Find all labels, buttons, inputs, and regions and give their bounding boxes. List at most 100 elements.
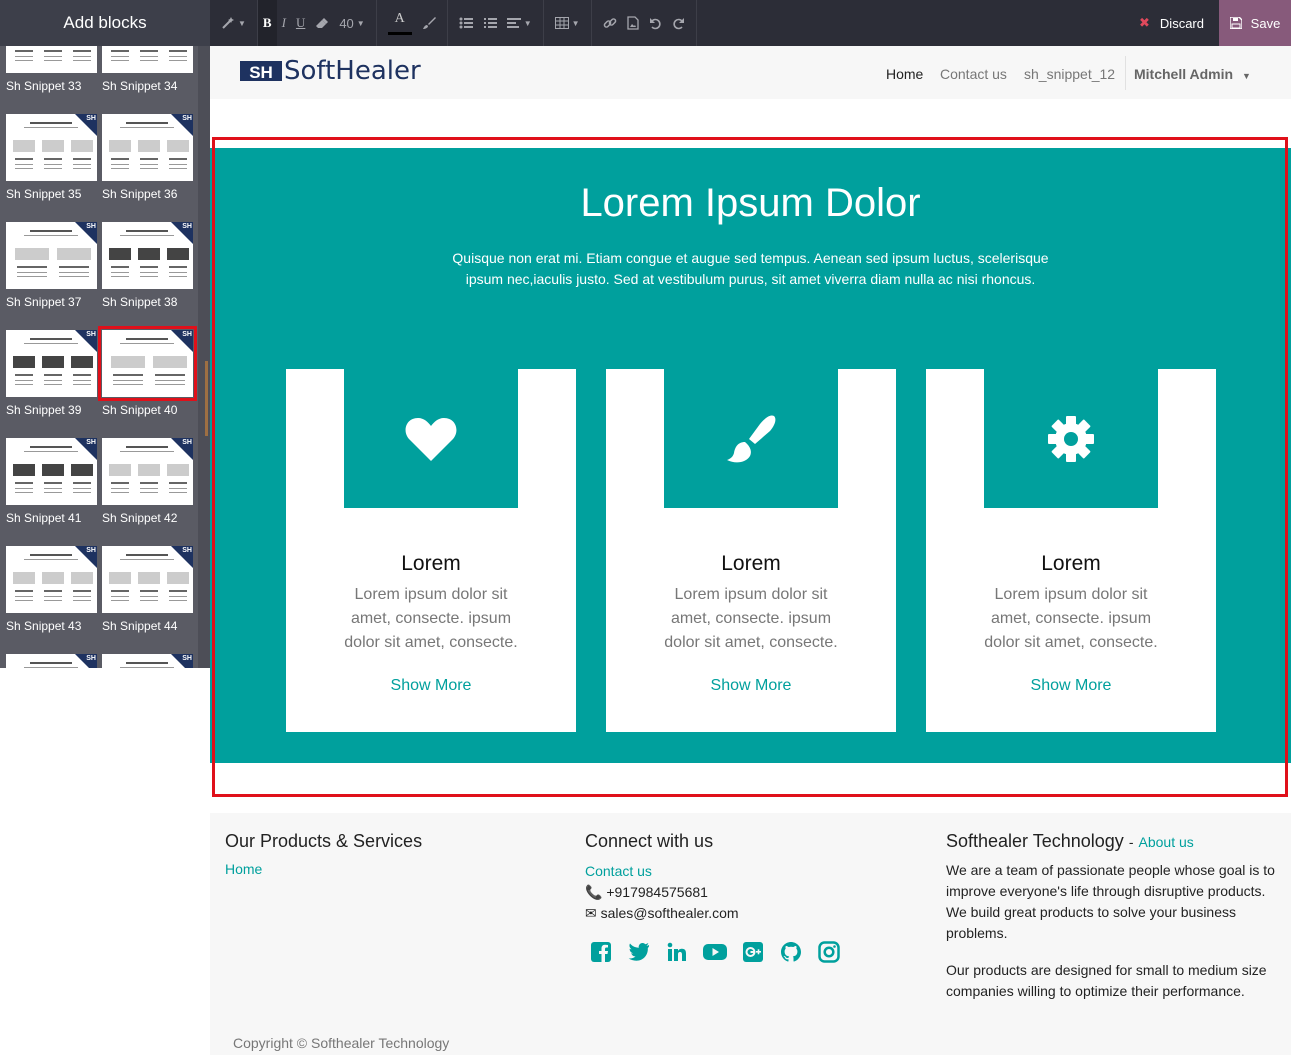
background-color-button[interactable] bbox=[417, 0, 441, 46]
link-button[interactable] bbox=[598, 0, 622, 46]
card-icon-box bbox=[984, 369, 1158, 508]
snippet-thumbnail: SH bbox=[6, 222, 97, 289]
ordered-list-button[interactable] bbox=[478, 0, 502, 46]
snippet-label: Sh Snippet 44 bbox=[102, 619, 178, 633]
snippet-badge: SH bbox=[182, 223, 192, 230]
feature-card[interactable]: Lorem Lorem ipsum dolor sit amet, consec… bbox=[926, 369, 1216, 732]
snippet-badge: SH bbox=[86, 547, 96, 554]
italic-button[interactable]: I bbox=[277, 0, 291, 46]
snippet-badge: SH bbox=[182, 439, 192, 446]
snippet-thumbnail: SH bbox=[102, 546, 193, 613]
color-group: A bbox=[377, 0, 448, 46]
snippet-badge: SH bbox=[86, 115, 96, 122]
footer-connect-title: Connect with us bbox=[585, 831, 714, 851]
logo-text: SoftHealer bbox=[284, 56, 421, 86]
snippet-label: Sh Snippet 41 bbox=[6, 511, 82, 525]
footer-email[interactable]: ✉ sales@softhealer.com bbox=[585, 903, 739, 924]
snippet-block[interactable]: SH bbox=[6, 654, 97, 668]
svg-text:SH: SH bbox=[249, 63, 273, 82]
footer-phone: 📞 +917984575681 bbox=[585, 882, 739, 903]
snippet-block[interactable]: SH Sh Snippet 33 bbox=[6, 46, 97, 93]
redo-button[interactable] bbox=[667, 0, 690, 46]
font-size-dropdown[interactable]: 40 ▼ bbox=[334, 0, 369, 46]
youtube-icon[interactable] bbox=[703, 940, 727, 964]
feature-card[interactable]: Lorem Lorem ipsum dolor sit amet, consec… bbox=[606, 369, 896, 732]
media-button[interactable] bbox=[622, 0, 644, 46]
snippet-block[interactable]: SH Sh Snippet 41 bbox=[6, 438, 97, 525]
discard-button[interactable]: ✖ Discard bbox=[1125, 0, 1218, 46]
phone-number: +917984575681 bbox=[606, 884, 708, 900]
snippet-block[interactable]: SH Sh Snippet 35 bbox=[6, 114, 97, 201]
snippet-label: Sh Snippet 42 bbox=[102, 511, 178, 525]
linkedin-icon[interactable] bbox=[665, 940, 689, 964]
sidebar-scrollbar[interactable] bbox=[198, 46, 210, 668]
snippet-block[interactable]: SH bbox=[102, 654, 193, 668]
section-subtitle: Quisque non erat mi. Etiam congue et aug… bbox=[452, 250, 1049, 287]
snippet-block[interactable]: SH Sh Snippet 44 bbox=[102, 546, 193, 633]
underline-button[interactable]: U bbox=[291, 0, 310, 46]
snippet-block[interactable]: SH Sh Snippet 38 bbox=[102, 222, 193, 309]
eraser-icon bbox=[316, 18, 329, 28]
magic-wand-button[interactable]: ▼ bbox=[216, 0, 251, 46]
copyright-text: Copyright © Softhealer Technology bbox=[233, 1035, 450, 1051]
user-menu[interactable]: Mitchell Admin ▼ bbox=[1134, 66, 1251, 82]
color-underline bbox=[387, 31, 412, 35]
section-title: Lorem Ipsum Dolor bbox=[580, 181, 921, 225]
footer-contact-block: Contact us 📞 +917984575681 ✉ sales@softh… bbox=[585, 861, 739, 924]
google-plus-icon[interactable] bbox=[741, 940, 765, 964]
table-dropdown[interactable]: ▼ bbox=[550, 0, 585, 46]
about-us-link[interactable]: About us bbox=[1139, 834, 1194, 850]
align-dropdown[interactable]: ▼ bbox=[502, 0, 537, 46]
snippet-block[interactable]: SH Sh Snippet 39 bbox=[6, 330, 97, 417]
facebook-icon[interactable] bbox=[589, 940, 613, 964]
discard-label: Discard bbox=[1159, 15, 1204, 31]
undo-button[interactable] bbox=[644, 0, 667, 46]
card-text: Lorem ipsum dolor sit amet, consecte. ip… bbox=[664, 586, 838, 651]
footer-home-link[interactable]: Home bbox=[225, 861, 262, 877]
sidebar-scroll-thumb[interactable] bbox=[205, 361, 208, 436]
nav-contact[interactable]: Contact us bbox=[940, 66, 1007, 82]
snippet-thumbnail: SH bbox=[6, 46, 97, 73]
nav-snippet[interactable]: sh_snippet_12 bbox=[1024, 66, 1115, 82]
card-text: Lorem ipsum dolor sit amet, consecte. ip… bbox=[344, 586, 518, 651]
twitter-icon[interactable] bbox=[627, 940, 651, 964]
feature-card[interactable]: Lorem Lorem ipsum dolor sit amet, consec… bbox=[286, 369, 576, 732]
snippet-label: Sh Snippet 38 bbox=[102, 295, 178, 309]
footer-contact-link[interactable]: Contact us bbox=[585, 861, 739, 882]
bold-button[interactable]: B bbox=[257, 0, 277, 46]
snippet-label: Sh Snippet 35 bbox=[6, 187, 82, 201]
site-logo[interactable]: SH SoftHealer bbox=[240, 56, 421, 86]
features-section[interactable]: Lorem Ipsum Dolor Quisque non erat mi. E… bbox=[210, 148, 1291, 763]
save-button[interactable]: Save bbox=[1219, 0, 1291, 46]
snippet-block[interactable]: SH Sh Snippet 36 bbox=[102, 114, 193, 201]
snippet-block[interactable]: SH Sh Snippet 42 bbox=[102, 438, 193, 525]
snippet-block[interactable]: SH Sh Snippet 37 bbox=[6, 222, 97, 309]
floppy-icon bbox=[1229, 17, 1242, 29]
table-group: ▼ bbox=[544, 0, 592, 46]
nav-home[interactable]: Home bbox=[886, 66, 923, 82]
site-navbar: SH SoftHealer Home Contact us sh_snippet… bbox=[210, 46, 1291, 99]
snippet-thumbnail: SH bbox=[6, 654, 97, 668]
softhealer-logo-mark: SH bbox=[240, 61, 282, 82]
snippet-thumbnail: SH bbox=[6, 546, 97, 613]
snippet-block[interactable]: SH Sh Snippet 43 bbox=[6, 546, 97, 633]
nav-divider bbox=[1125, 56, 1126, 90]
redo-icon bbox=[672, 17, 684, 29]
font-size-value: 40 bbox=[339, 15, 354, 31]
snippet-block[interactable]: SH Sh Snippet 40 bbox=[98, 326, 197, 417]
title-separator: - bbox=[1128, 834, 1134, 850]
user-name: Mitchell Admin bbox=[1134, 66, 1234, 82]
sidebar-title: Add blocks bbox=[0, 0, 210, 46]
show-more-link[interactable]: Show More bbox=[286, 677, 576, 695]
snippet-thumbnail: SH bbox=[98, 326, 197, 401]
show-more-link[interactable]: Show More bbox=[606, 677, 896, 695]
eraser-button[interactable] bbox=[310, 0, 334, 46]
github-icon[interactable] bbox=[779, 940, 803, 964]
link-icon bbox=[603, 18, 616, 28]
snippet-block[interactable]: SH Sh Snippet 34 bbox=[102, 46, 193, 93]
instagram-icon[interactable] bbox=[817, 940, 841, 964]
show-more-link[interactable]: Show More bbox=[926, 677, 1216, 695]
text-color-button[interactable]: A bbox=[383, 0, 417, 46]
save-label: Save bbox=[1250, 15, 1281, 31]
unordered-list-button[interactable] bbox=[454, 0, 478, 46]
